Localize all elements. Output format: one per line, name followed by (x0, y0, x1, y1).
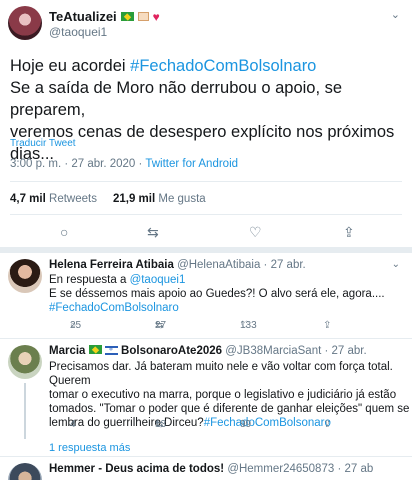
like-count: 133 (240, 320, 257, 331)
reply-text-line: tomar o executivo na marra, porque o leg… (49, 389, 397, 401)
reply-count: 25 (70, 320, 82, 331)
reply-header: Helena Ferreira Atibaia @HelenaAtibaia ·… (49, 259, 306, 271)
retweets-count: 4,7 mil (10, 193, 46, 205)
reply-handle[interactable]: @JB38MarciaSant (225, 345, 321, 357)
handle[interactable]: @taoquei1 (49, 25, 107, 39)
chevron-down-icon[interactable]: ⌄ (392, 259, 400, 270)
reply-date[interactable]: · 27 ab (337, 463, 373, 475)
retweets-label: Retweets (49, 193, 97, 205)
retweet-count: 13 (155, 419, 167, 430)
display-name[interactable]: TeAtualizei (49, 9, 117, 24)
meta-separator: · (135, 158, 146, 170)
tweet-time[interactable]: 3:00 p. m. (10, 158, 61, 170)
reply-tweet[interactable]: Helena Ferreira Atibaia @HelenaAtibaia ·… (0, 253, 412, 338)
translate-tweet-link[interactable]: Traducir Tweet (10, 138, 76, 149)
tweet-stats: 4,7 mil Retweets 21,9 mil Me gusta (10, 193, 206, 205)
reply-icon[interactable]: ○ (60, 224, 68, 240)
avatar[interactable] (8, 345, 42, 379)
reply-handle[interactable]: @HelenaAtibaia (177, 259, 260, 271)
reply-text: E se déssemos mais apoio ao Guedes?! O a… (49, 287, 385, 315)
israel-flag-icon: ✡ (104, 346, 118, 355)
divider (10, 181, 402, 182)
reply-display-name[interactable]: Hemmer - Deus acima de todos! (49, 463, 224, 475)
like-icon[interactable]: ♡ (249, 224, 262, 241)
retweet-icon[interactable]: ⇆ (147, 224, 159, 241)
tweet-source-link[interactable]: Twitter for Android (145, 158, 238, 170)
likes-count: 21,9 mil (112, 193, 156, 205)
tweet-meta: 3:00 p. m. · 27 abr. 2020 · Twitter for … (10, 158, 238, 170)
hashtag-link[interactable]: #FechadoComBolsolnaro (130, 57, 316, 75)
more-replies-link[interactable]: 1 respuesta más (49, 442, 130, 454)
reply-text-line: tomados. "Tomar o poder que é diferente … (49, 403, 410, 415)
reply-display-name-suffix[interactable]: BolsonaroAte2026 (121, 345, 222, 357)
heart-icon: ♥ (152, 9, 160, 24)
author-row: TeAtualizei ♥ (49, 9, 160, 24)
reply-action-bar: ○ 4 ⇆ 13 ♡ 99 ⇪ (49, 419, 394, 433)
avatar[interactable] (8, 463, 42, 480)
reply-text-line: E se déssemos mais apoio ao Guedes?! O a… (49, 288, 385, 300)
reply-to-link[interactable]: @taoquei1 (130, 274, 186, 286)
reply-handle[interactable]: @Hemmer24650873 (227, 463, 334, 475)
brazil-flag-icon (120, 12, 134, 21)
meta-separator: · (61, 158, 72, 170)
avatar[interactable] (8, 6, 42, 40)
reply-context: En respuesta a @taoquei1 (49, 273, 185, 287)
tweet-date[interactable]: 27 abr. 2020 (71, 158, 135, 170)
reply-text-line: Precisamos dar. Já bateram muito nele e … (49, 361, 393, 387)
reply-display-name[interactable]: Marcia (49, 345, 85, 357)
brazil-flag-icon (88, 345, 102, 354)
reply-date[interactable]: · 27 abr. (264, 259, 306, 271)
chevron-down-icon[interactable]: ⌄ (391, 8, 400, 21)
reply-display-name[interactable]: Helena Ferreira Atibaia (49, 259, 174, 271)
tweet-text-line: Hoje eu acordei (10, 57, 131, 75)
reply-tweet[interactable]: Marcia ✡ BolsonaroAte2026 @JB38MarciaSan… (0, 339, 412, 456)
share-icon[interactable]: ⇪ (323, 320, 331, 331)
reply-context-label: En respuesta a (49, 274, 130, 286)
retweet-count: 27 (155, 320, 167, 331)
share-icon[interactable]: ⇪ (343, 224, 355, 241)
reply-action-bar: ○ 25 ⇆ 27 ♡ 133 ⇪ (49, 320, 394, 334)
reply-count: 4 (70, 419, 76, 430)
like-count: 99 (240, 419, 252, 430)
retweets-stat[interactable]: 4,7 mil Retweets (10, 193, 97, 205)
likes-stat[interactable]: 21,9 mil Me gusta (113, 193, 206, 205)
tweet-action-bar: ○ ⇆ ♡ ⇪ (0, 224, 412, 244)
divider (10, 214, 402, 215)
reply-tweet[interactable]: Hemmer - Deus acima de todos! @Hemmer246… (0, 457, 412, 480)
thread-line (24, 383, 26, 439)
reply-date[interactable]: · 27 abr. (325, 345, 367, 357)
avatar[interactable] (8, 259, 42, 293)
hashtag-link[interactable]: #FechadoComBolsolnaro (49, 302, 179, 314)
reply-header: Hemmer - Deus acima de todos! @Hemmer246… (49, 463, 373, 475)
likes-label: Me gusta (158, 193, 206, 205)
tweet-text-line: Se a saída de Moro não derrubou o apoio,… (10, 79, 343, 119)
box-emoji-icon (137, 12, 149, 21)
share-icon[interactable]: ⇪ (323, 419, 331, 430)
reply-header: Marcia ✡ BolsonaroAte2026 @JB38MarciaSan… (49, 345, 367, 357)
